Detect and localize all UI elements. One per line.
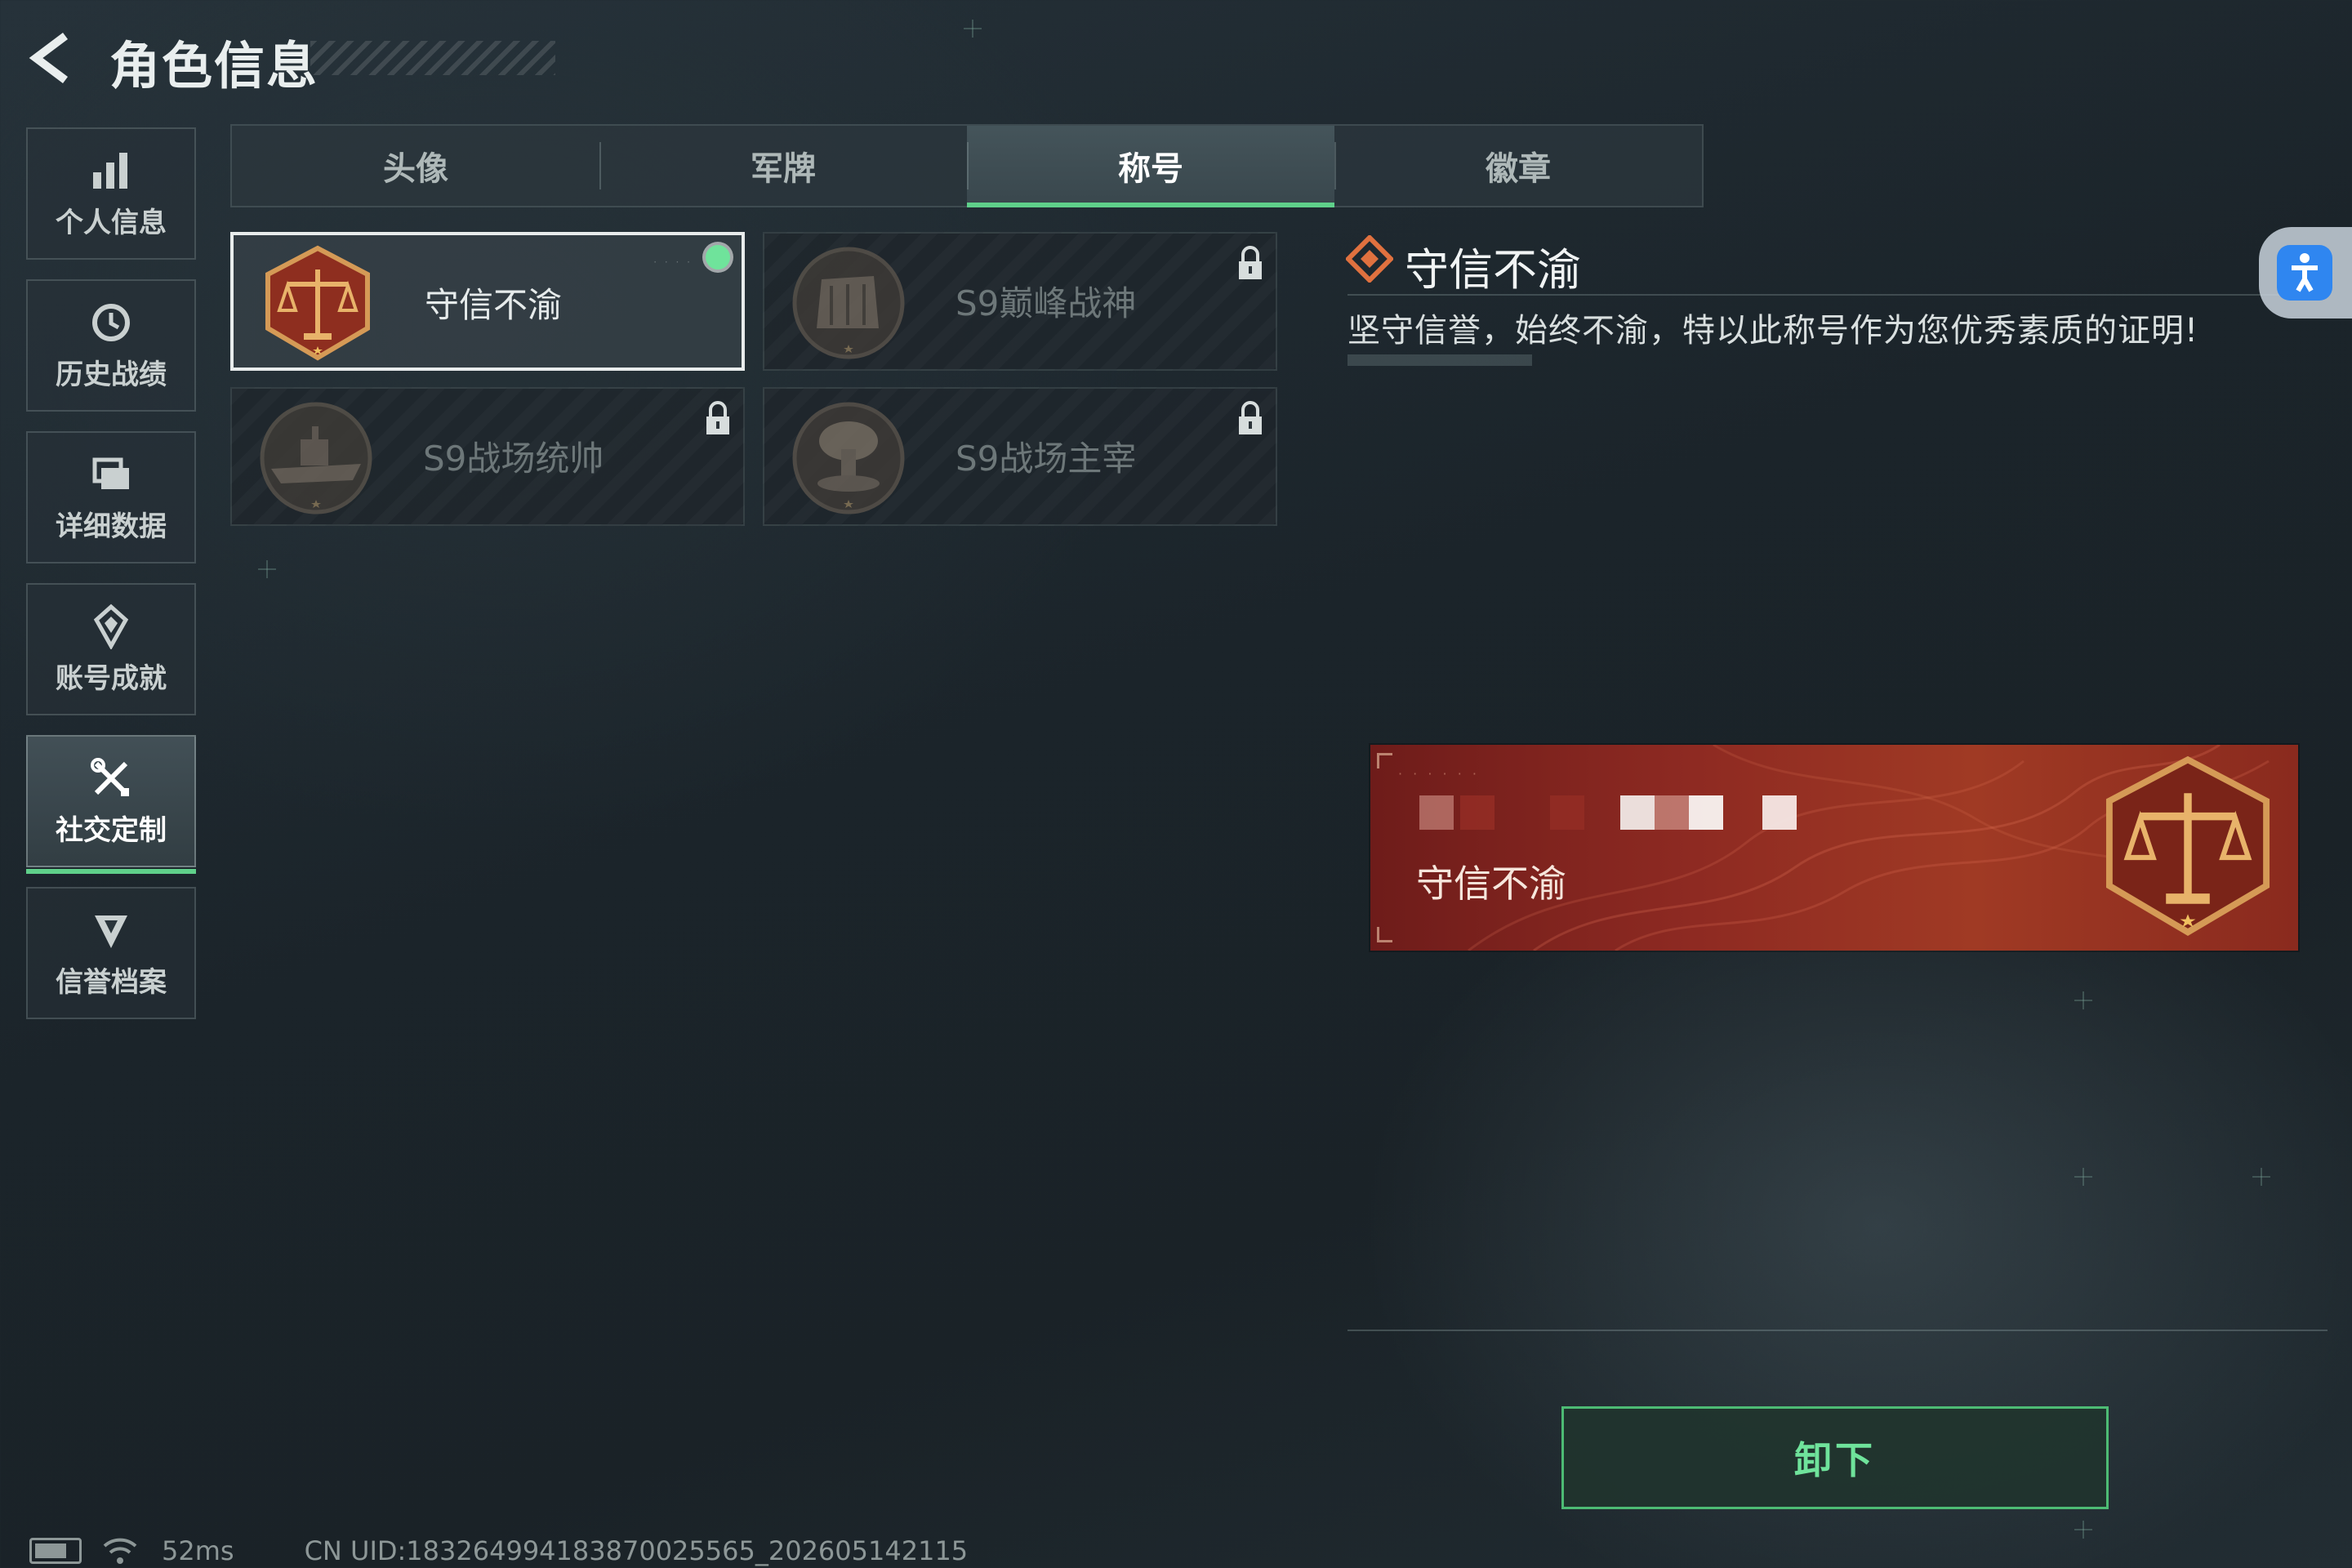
accessibility-button[interactable] (2259, 227, 2352, 318)
tab-dogtag[interactable]: 军牌 (599, 126, 967, 206)
folder-icon (92, 457, 129, 489)
title-name: S9战场主宰 (956, 439, 1137, 479)
unequip-button[interactable]: 卸下 (1561, 1406, 2109, 1509)
uid-text: CN UID:183264994183870025565_20260514211… (304, 1535, 969, 1566)
redacted-block (1762, 795, 1797, 830)
corner-bracket (1377, 753, 1392, 768)
back-arrow-icon (29, 33, 68, 83)
title-card-shouxin[interactable]: · · · · 守信不渝 (230, 232, 745, 371)
corner-bracket (1377, 927, 1392, 942)
history-icon (92, 303, 130, 341)
detail-description: 坚守信誉，始终不渝，特以此称号作为您优秀素质的证明! (1348, 312, 2199, 350)
sidebar-item-achievements[interactable]: 账号成就 (26, 583, 196, 715)
back-button[interactable] (24, 29, 82, 87)
tower-emblem-icon (792, 247, 905, 359)
diamond-title-icon (1346, 235, 1393, 283)
detail-sub-bar (1348, 354, 1532, 366)
sidebar-item-history[interactable]: 历史战绩 (26, 279, 196, 412)
sidebar-item-detail-data[interactable]: 详细数据 (26, 431, 196, 564)
tab-badge[interactable]: 徽章 (1334, 126, 1702, 206)
title-preview-banner: · · · · · · 守信不渝 (1370, 745, 2298, 951)
redacted-block (1655, 795, 1689, 830)
battery-icon (29, 1538, 82, 1564)
achievement-icon (93, 604, 129, 649)
banner-micro-text: · · · · · · (1398, 766, 1480, 782)
title-name: 守信不渝 (425, 285, 563, 325)
sidebar-item-label: 个人信息 (56, 206, 167, 239)
status-bar: 52ms CN UID:183264994183870025565_202605… (29, 1535, 968, 1566)
tab-title[interactable]: 称号 (967, 126, 1334, 207)
redacted-block (1689, 795, 1723, 830)
sidebar-item-label: 详细数据 (56, 510, 167, 543)
wifi-icon (103, 1538, 137, 1564)
grid-cross-decoration (2252, 1168, 2270, 1186)
sidebar-item-credit-record[interactable]: 信誉档案 (26, 887, 196, 1019)
grid-cross-decoration (2074, 1521, 2092, 1539)
detail-divider (1348, 294, 2328, 296)
redacted-block (1550, 795, 1584, 830)
equipped-indicator (706, 245, 730, 270)
redacted-block (1620, 795, 1655, 830)
sidebar-item-label: 历史战绩 (56, 358, 167, 391)
title-card-s9-commander[interactable]: S9战场统帅 (230, 387, 745, 526)
ping-text: 52ms (162, 1535, 234, 1566)
scales-emblem-icon (2105, 755, 2270, 936)
sidebar-item-social-custom[interactable]: 社交定制 (26, 735, 196, 874)
credit-icon (95, 915, 127, 948)
banner-title-name: 守信不渝 (1416, 862, 1566, 906)
title-card-s9-peak[interactable]: S9巅峰战神 (763, 232, 1277, 371)
grid-cross-decoration (964, 20, 982, 38)
detail-title: 守信不渝 (1405, 244, 1581, 296)
title-name: S9战场统帅 (423, 439, 604, 479)
title-hatch-decoration (310, 41, 555, 75)
page-title: 角色信息 (109, 36, 319, 96)
tab-bar: 头像 军牌 称号 徽章 (230, 124, 1704, 207)
lock-icon (1239, 246, 1262, 279)
mushroom-cloud-emblem-icon (792, 402, 905, 514)
lock-icon (1239, 401, 1262, 434)
card-micro-text: · · · · (653, 256, 693, 268)
title-card-s9-dominator[interactable]: S9战场主宰 (763, 387, 1277, 526)
sidebar-item-personal-info[interactable]: 个人信息 (26, 127, 196, 260)
tab-avatar[interactable]: 头像 (232, 126, 599, 206)
panel-divider (1348, 1330, 2328, 1331)
bar-chart-icon (93, 152, 127, 189)
grid-cross-decoration (2074, 1168, 2092, 1186)
sidebar-item-label: 信誉档案 (56, 965, 167, 999)
sidebar: 个人信息 历史战绩 详细数据 账号成就 社交定制 信誉档案 (26, 127, 196, 1039)
scales-emblem-icon (265, 245, 370, 361)
warship-emblem-icon (260, 402, 372, 514)
sidebar-item-label: 账号成就 (56, 662, 167, 695)
accessibility-icon (2277, 245, 2332, 301)
redacted-block (1460, 795, 1494, 830)
grid-cross-decoration (2074, 991, 2092, 1009)
lock-icon (706, 401, 729, 434)
title-name: S9巅峰战神 (956, 283, 1137, 323)
sidebar-item-label: 社交定制 (56, 813, 167, 847)
redacted-block (1419, 795, 1454, 830)
grid-cross-decoration (258, 560, 276, 578)
tools-icon (91, 757, 129, 796)
